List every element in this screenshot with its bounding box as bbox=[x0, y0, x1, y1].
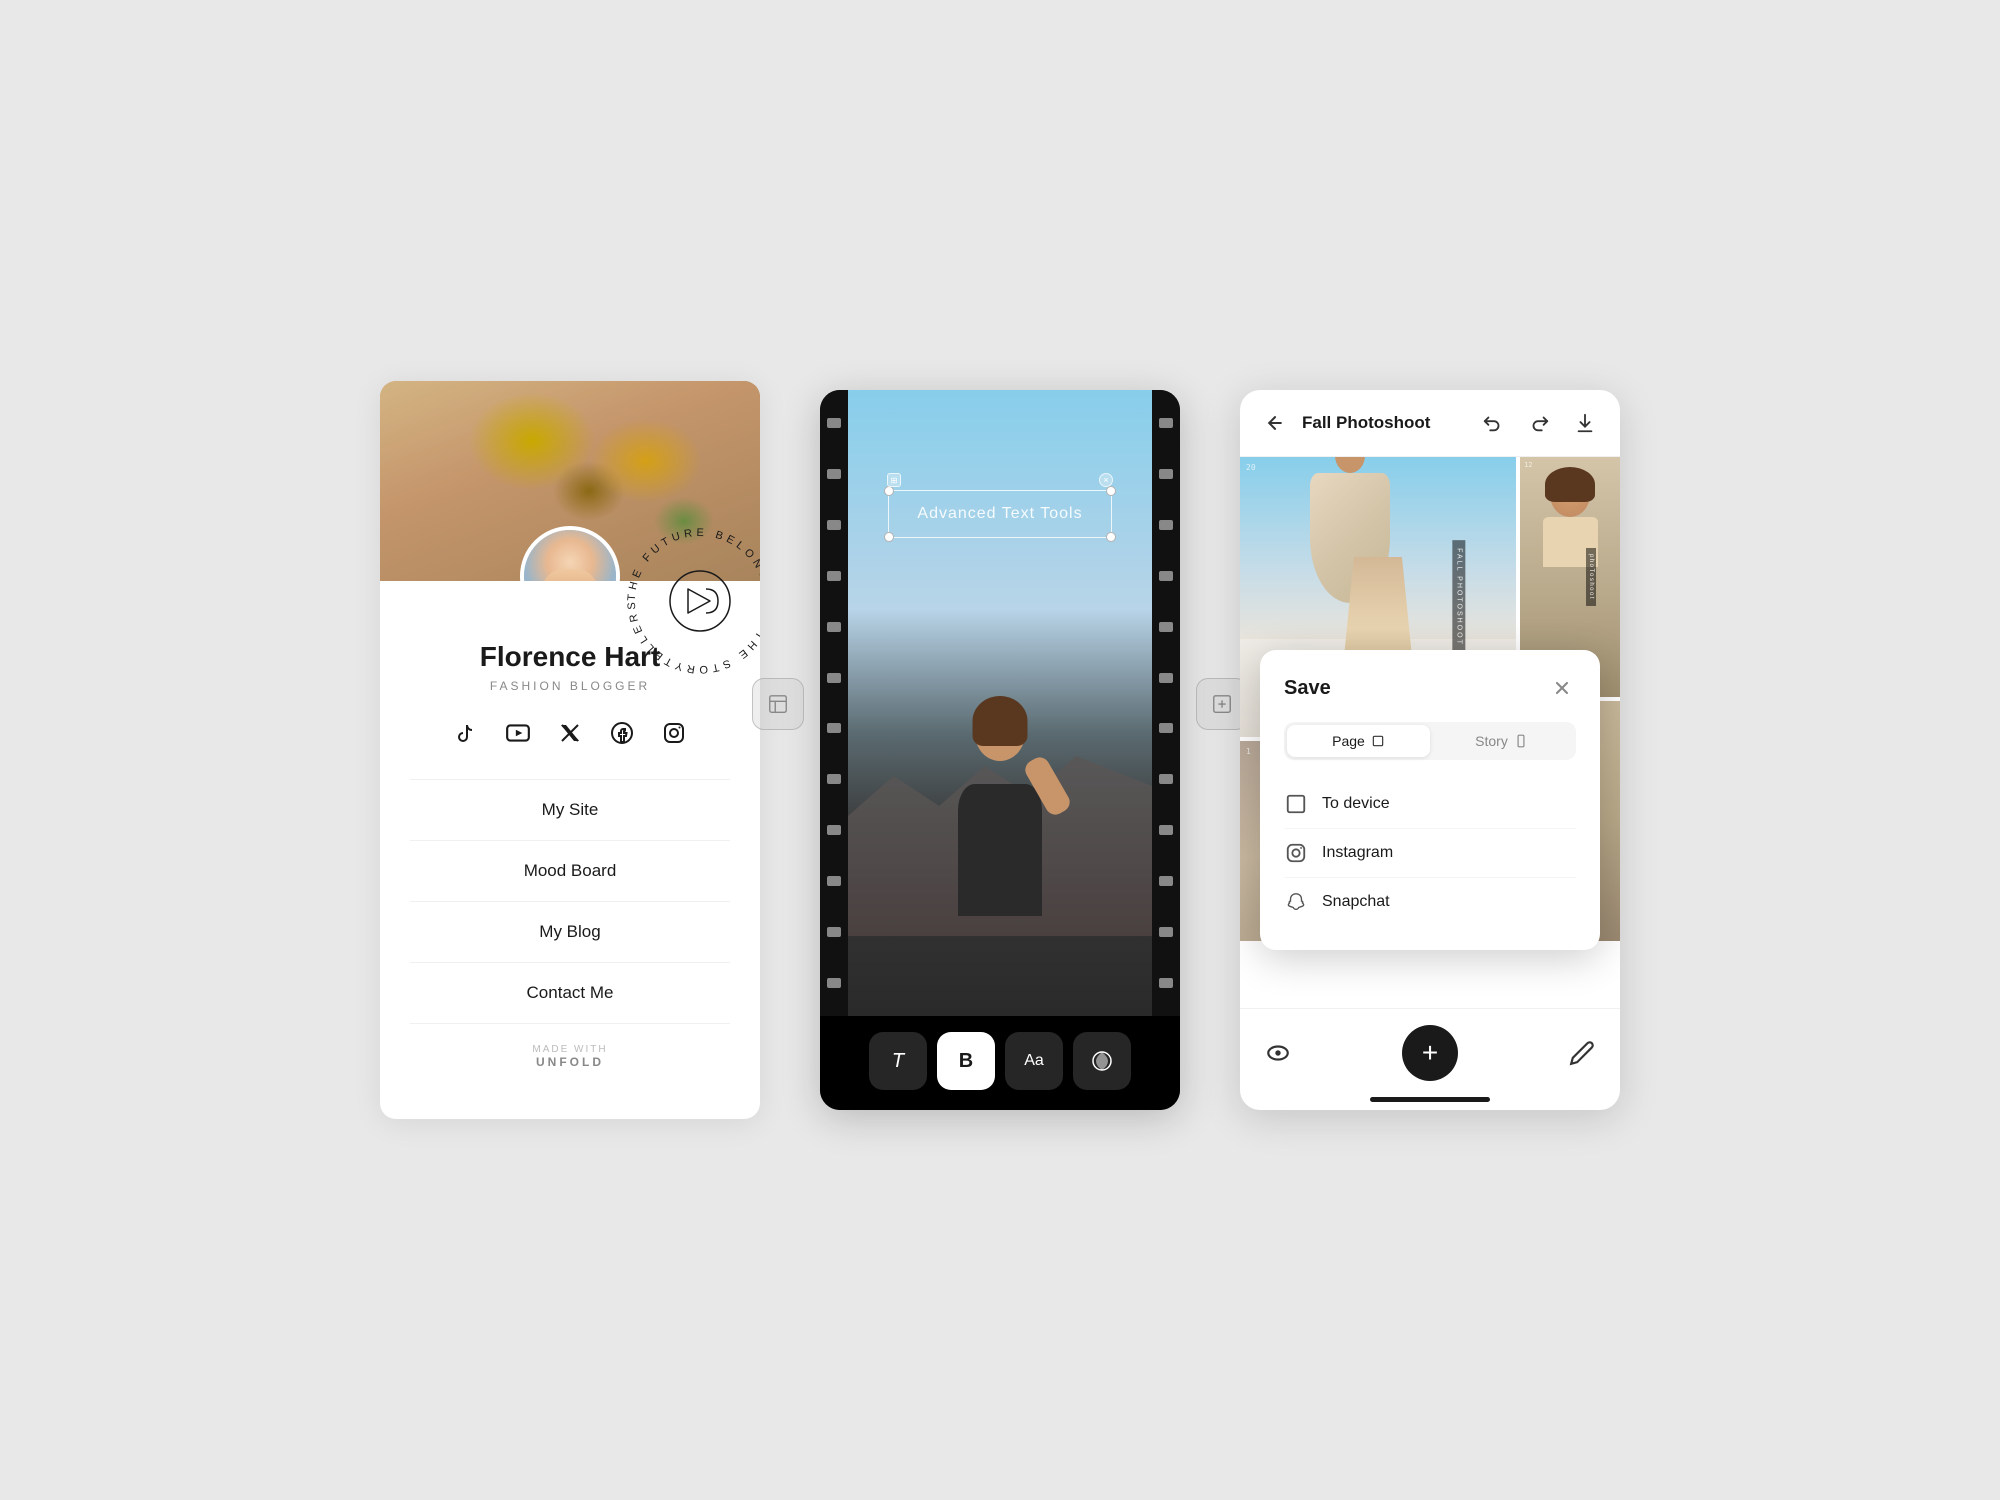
nav-contact-me[interactable]: Contact Me bbox=[410, 962, 730, 1024]
selection-handle-bl[interactable] bbox=[884, 532, 894, 542]
youtube-icon[interactable] bbox=[502, 717, 534, 749]
tiktok-icon[interactable] bbox=[450, 717, 482, 749]
film-content: ⊞ × Advanced Text Tools bbox=[848, 390, 1152, 1016]
modal-close-button[interactable] bbox=[1548, 674, 1576, 702]
made-with-label: MADE WITH bbox=[430, 1044, 710, 1055]
resize-icon[interactable]: ⊞ bbox=[887, 473, 901, 487]
text-opacity-button[interactable] bbox=[1073, 1032, 1131, 1090]
text-font-button[interactable]: Aa bbox=[1005, 1032, 1063, 1090]
perf-hole bbox=[827, 418, 841, 428]
perf-hole bbox=[1159, 418, 1173, 428]
facebook-icon[interactable] bbox=[606, 717, 638, 749]
perf-hole bbox=[1159, 723, 1173, 733]
download-button[interactable] bbox=[1570, 408, 1600, 438]
instagram-icon[interactable] bbox=[658, 717, 690, 749]
ps-bottom-bar: + bbox=[1240, 1008, 1620, 1097]
perf-hole bbox=[1159, 927, 1173, 937]
film-number-2: 1 bbox=[1246, 747, 1251, 756]
perf-hole bbox=[827, 520, 841, 530]
perf-hole bbox=[827, 673, 841, 683]
perf-hole bbox=[827, 978, 841, 988]
eye-icon[interactable] bbox=[1260, 1035, 1296, 1071]
text-toolbar: T B Aa bbox=[820, 1016, 1180, 1110]
save-modal: Save Page Story To device bbox=[1260, 650, 1600, 950]
film-number-3: 12 bbox=[1524, 461, 1532, 469]
twitter-icon[interactable] bbox=[554, 717, 586, 749]
film-label-1: FALL PHOTOSHOOT bbox=[1453, 540, 1466, 654]
social-icons-row bbox=[410, 717, 730, 749]
film-editor-wrapper: ⊞ × Advanced Text Tools bbox=[820, 390, 1180, 1110]
perf-hole bbox=[827, 876, 841, 886]
perf-hole bbox=[1159, 622, 1173, 632]
ps-header-left: Fall Photoshoot bbox=[1260, 408, 1430, 438]
photoshoot-panel: Fall Photoshoot bbox=[1240, 390, 1620, 1110]
redo-button[interactable] bbox=[1524, 408, 1554, 438]
perf-hole bbox=[1159, 876, 1173, 886]
nav-my-blog[interactable]: My Blog bbox=[410, 901, 730, 962]
perf-hole bbox=[1159, 673, 1173, 683]
home-indicator bbox=[1370, 1097, 1490, 1102]
avatar-image bbox=[524, 530, 616, 581]
close-handle[interactable]: × bbox=[1099, 473, 1113, 487]
undo-button[interactable] bbox=[1478, 408, 1508, 438]
perf-hole bbox=[1159, 978, 1173, 988]
save-to-snapchat[interactable]: Snapchat bbox=[1284, 877, 1576, 926]
save-to-device[interactable]: To device bbox=[1284, 780, 1576, 828]
perf-hole bbox=[1159, 571, 1173, 581]
perf-hole bbox=[827, 622, 841, 632]
instagram-save-icon bbox=[1284, 841, 1308, 865]
save-to-instagram[interactable]: Instagram bbox=[1284, 828, 1576, 877]
perf-hole bbox=[827, 571, 841, 581]
ps-header: Fall Photoshoot bbox=[1240, 390, 1620, 457]
add-button[interactable]: + bbox=[1402, 1025, 1458, 1081]
film-number-1: 20 bbox=[1246, 463, 1256, 472]
device-icon bbox=[1284, 792, 1308, 816]
text-selection-box[interactable]: ⊞ × Advanced Text Tools bbox=[888, 490, 1112, 538]
perf-hole bbox=[1159, 520, 1173, 530]
perf-hole bbox=[827, 723, 841, 733]
perf-hole bbox=[1159, 825, 1173, 835]
film-perforations-right bbox=[1152, 390, 1180, 1016]
modal-title: Save bbox=[1284, 677, 1331, 700]
snapchat-label: Snapchat bbox=[1322, 893, 1390, 911]
modal-header: Save bbox=[1284, 674, 1576, 702]
nav-mood-board[interactable]: Mood Board bbox=[410, 840, 730, 901]
film-editor: ⊞ × Advanced Text Tools bbox=[820, 390, 1180, 1110]
film-strip-container: ⊞ × Advanced Text Tools bbox=[820, 390, 1180, 1016]
perf-hole bbox=[1159, 469, 1173, 479]
text-box-content: Advanced Text Tools bbox=[917, 505, 1082, 523]
ps-header-right bbox=[1478, 408, 1600, 438]
profile-card: THE FUTURE BELONGS TO THE STORYTELLERS F… bbox=[380, 381, 760, 1119]
tab-page[interactable]: Page bbox=[1287, 725, 1430, 757]
back-button[interactable] bbox=[1260, 408, 1290, 438]
pen-icon[interactable] bbox=[1564, 1035, 1600, 1071]
nav-my-site[interactable]: My Site bbox=[410, 779, 730, 840]
made-with-section: MADE WITH UNFOLD bbox=[410, 1024, 730, 1089]
perf-hole bbox=[1159, 774, 1173, 784]
instagram-label: Instagram bbox=[1322, 844, 1393, 862]
selection-handle-tl[interactable] bbox=[884, 486, 894, 496]
photoshoot-title: Fall Photoshoot bbox=[1302, 413, 1430, 433]
selection-handle-tr[interactable] bbox=[1106, 486, 1116, 496]
selection-handle-br[interactable] bbox=[1106, 532, 1116, 542]
modal-tabs: Page Story bbox=[1284, 722, 1576, 760]
svg-text:THE FUTURE BELONGS TO THE STOR: THE FUTURE BELONGS TO THE STORYTELLERS bbox=[626, 527, 760, 675]
made-with-brand: UNFOLD bbox=[430, 1055, 710, 1069]
device-label: To device bbox=[1322, 795, 1390, 813]
perf-hole bbox=[827, 774, 841, 784]
perf-hole bbox=[827, 825, 841, 835]
perf-hole bbox=[827, 469, 841, 479]
text-style-button[interactable]: T bbox=[869, 1032, 927, 1090]
snapchat-icon bbox=[1284, 890, 1308, 914]
circular-stamp: THE FUTURE BELONGS TO THE STORYTELLERS bbox=[610, 511, 760, 691]
film-perforations-left bbox=[820, 390, 848, 1016]
text-bold-button[interactable]: B bbox=[937, 1032, 995, 1090]
film-label-2: phoToshoot bbox=[1586, 548, 1596, 606]
tab-story[interactable]: Story bbox=[1430, 725, 1573, 757]
perf-hole bbox=[827, 927, 841, 937]
avatar bbox=[520, 526, 620, 581]
nav-links: My Site Mood Board My Blog Contact Me bbox=[410, 779, 730, 1024]
